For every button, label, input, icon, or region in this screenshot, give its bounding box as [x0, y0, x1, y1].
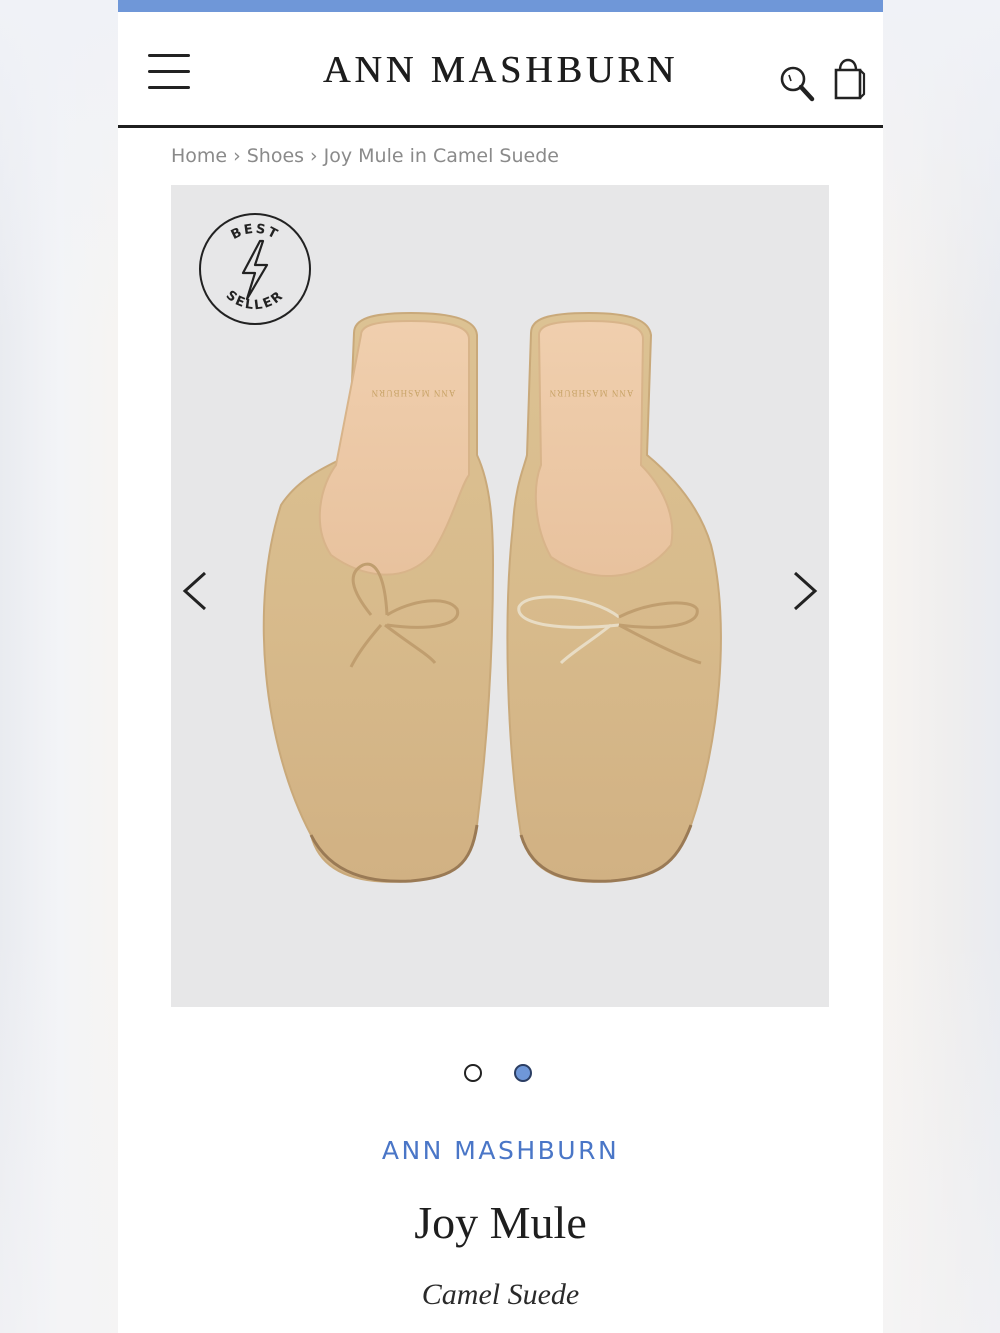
breadcrumb: Home › Shoes › Joy Mule in Camel Suede [171, 145, 559, 167]
right-shoe: ANN MASHBURN [506, 311, 722, 883]
menu-line [148, 86, 190, 89]
product-brand[interactable]: ANN MASHBURN [118, 1136, 883, 1165]
svg-text:ANN MASHBURN: ANN MASHBURN [371, 388, 456, 398]
menu-line [148, 70, 190, 73]
product-title: Joy Mule [414, 1197, 587, 1248]
top-accent-bar [118, 0, 883, 12]
chevron-left-icon[interactable] [171, 565, 219, 617]
lightning-bolt-icon [241, 239, 269, 301]
left-shoe: ANN MASHBURN [262, 311, 495, 883]
product-variant: Camel Suede [421, 1278, 580, 1311]
site-logo[interactable]: ANN MASHBURN [248, 48, 753, 92]
product-image-carousel[interactable]: ANN MASHBURN ANN MASHBURN BEST SELLER [171, 185, 829, 1007]
badge-top-text: BEST [229, 222, 282, 243]
chevron-right-icon[interactable] [781, 565, 829, 617]
header-divider [118, 125, 883, 128]
carousel-dot-1[interactable] [464, 1064, 482, 1082]
breadcrumb-home[interactable]: Home [171, 145, 227, 167]
best-seller-badge: BEST SELLER [197, 211, 313, 327]
hamburger-menu-icon[interactable] [146, 52, 192, 92]
mobile-page: ANN MASHBURN Home › Shoes › Joy Mule in Came… [118, 0, 883, 1333]
carousel-pagination [463, 1064, 543, 1088]
shopping-bag-icon[interactable] [832, 58, 868, 102]
breadcrumb-current: Joy Mule in Camel Suede [323, 145, 559, 167]
site-header: ANN MASHBURN [118, 12, 883, 126]
carousel-dot-2-active[interactable] [514, 1064, 532, 1082]
breadcrumb-separator: › [233, 145, 241, 167]
breadcrumb-shoes[interactable]: Shoes [247, 145, 304, 167]
badge-bottom-text: SELLER [223, 288, 287, 313]
breadcrumb-separator: › [310, 145, 318, 167]
menu-line [148, 54, 190, 57]
search-icon[interactable] [778, 64, 816, 104]
svg-text:ANN MASHBURN: ANN MASHBURN [549, 388, 634, 398]
